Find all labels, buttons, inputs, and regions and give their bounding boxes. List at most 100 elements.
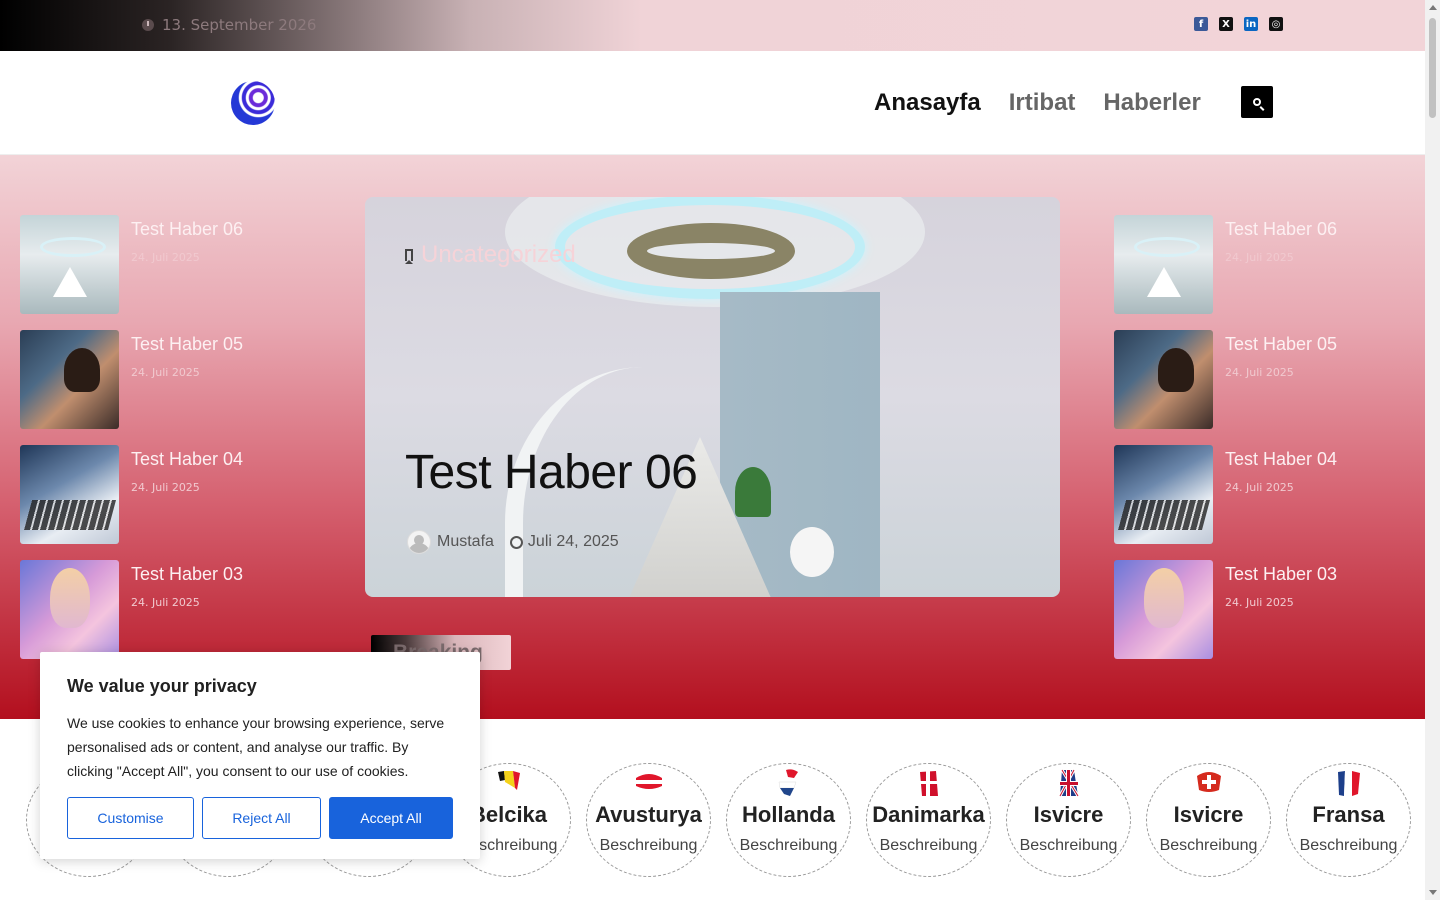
feature-category-label: Uncategorized (421, 241, 576, 268)
country-card[interactable]: Isvicre Beschreibung (1146, 763, 1271, 877)
feature-category[interactable]: Uncategorized (405, 241, 576, 269)
current-date: 13. September 2026 (142, 16, 316, 34)
switzerland-flag-icon (1197, 772, 1221, 792)
news-date: 24. Juli 2025 (1225, 251, 1294, 264)
news-thumbnail[interactable] (1114, 445, 1213, 544)
news-title[interactable]: Test Haber 03 (131, 564, 243, 585)
page-scrollbar[interactable] (1425, 0, 1440, 900)
news-thumbnail[interactable] (1114, 215, 1213, 314)
country-name: Hollanda (742, 802, 835, 827)
feature-meta: Mustafa Juli 24, 2025 (407, 530, 619, 554)
current-date-text: 13. September 2026 (162, 16, 317, 34)
feature-author-name: Mustafa (437, 533, 494, 550)
search-button[interactable] (1241, 86, 1273, 118)
country-desc: Beschreibung (1159, 837, 1258, 854)
news-thumbnail[interactable] (20, 445, 119, 544)
country-desc: Beschreibung (599, 837, 698, 854)
country-card[interactable]: Hollanda Beschreibung (726, 763, 851, 877)
news-title[interactable]: Test Haber 05 (1225, 334, 1337, 355)
cookie-consent-banner: We value your privacy We use cookies to … (40, 652, 480, 859)
clock-icon (142, 19, 154, 31)
news-date: 24. Juli 2025 (131, 596, 200, 609)
avatar (407, 530, 431, 554)
country-name: Fransa (1312, 802, 1385, 827)
feature-image-ring-inner (627, 223, 795, 279)
country-desc: Beschreibung (1299, 837, 1398, 854)
news-thumbnail[interactable] (1114, 560, 1213, 659)
news-thumbnail[interactable] (1114, 330, 1213, 429)
nav-haberler[interactable]: Haberler (1103, 89, 1200, 117)
news-thumbnail[interactable] (20, 330, 119, 429)
country-desc: Beschreibung (1019, 837, 1118, 854)
news-item[interactable]: Test Haber 04 24. Juli 2025 (20, 445, 330, 560)
facebook-icon[interactable]: f (1194, 17, 1208, 31)
bookmark-icon (405, 249, 413, 264)
clock-icon (509, 535, 523, 549)
news-title[interactable]: Test Haber 05 (131, 334, 243, 355)
country-desc: Beschreibung (739, 837, 838, 854)
country-name: Danimarka (872, 802, 985, 827)
x-icon[interactable]: X (1219, 17, 1233, 31)
news-date: 24. Juli 2025 (1225, 366, 1294, 379)
site-header: Anasayfa Irtibat Haberler (0, 51, 1425, 155)
country-card[interactable]: Fransa Beschreibung (1286, 763, 1411, 877)
austria-flag-icon (636, 774, 662, 789)
news-title[interactable]: Test Haber 04 (131, 449, 243, 470)
belgium-flag-icon (498, 771, 520, 790)
country-desc: Beschreibung (879, 837, 978, 854)
news-date: 24. Juli 2025 (1225, 481, 1294, 494)
country-name: Isvicre (1033, 802, 1104, 827)
country-name: Isvicre (1173, 802, 1244, 827)
nav-irtibat[interactable]: Irtibat (1009, 89, 1076, 117)
feature-date: Juli 24, 2025 (509, 533, 619, 551)
news-title[interactable]: Test Haber 04 (1225, 449, 1337, 470)
featured-article[interactable]: Uncategorized Test Haber 06 Mustafa Juli… (365, 197, 1060, 597)
search-icon (1253, 98, 1261, 106)
linkedin-icon[interactable]: in (1244, 17, 1258, 31)
news-date: 24. Juli 2025 (1225, 596, 1294, 609)
france-flag-icon (1338, 771, 1360, 796)
news-date: 24. Juli 2025 (131, 481, 200, 494)
news-thumbnail[interactable] (20, 560, 119, 659)
news-date: 24. Juli 2025 (131, 251, 200, 264)
news-item[interactable]: Test Haber 04 24. Juli 2025 (1114, 445, 1424, 560)
feature-author[interactable]: Mustafa (407, 530, 494, 554)
news-item[interactable]: Test Haber 05 24. Juli 2025 (1114, 330, 1424, 445)
instagram-icon[interactable]: ◎ (1269, 17, 1283, 31)
feature-image-bunny (790, 527, 834, 577)
feature-title[interactable]: Test Haber 06 (405, 445, 698, 500)
news-title[interactable]: Test Haber 06 (1225, 219, 1337, 240)
customise-button[interactable]: Customise (67, 797, 194, 839)
feature-image-plant (735, 467, 771, 517)
accept-all-button[interactable]: Accept All (329, 797, 453, 839)
social-links: f X in ◎ (1194, 17, 1283, 31)
scrollbar-thumb[interactable] (1429, 18, 1436, 118)
top-bar: 13. September 2026 f X in ◎ (0, 0, 1425, 51)
country-card[interactable]: Danimarka Beschreibung (866, 763, 991, 877)
news-item[interactable]: Test Haber 05 24. Juli 2025 (20, 330, 330, 445)
news-item[interactable]: Test Haber 06 24. Juli 2025 (20, 215, 330, 330)
cookie-title: We value your privacy (67, 676, 257, 696)
news-thumbnail[interactable] (20, 215, 119, 314)
news-list-right: Test Haber 06 24. Juli 2025 Test Haber 0… (1114, 215, 1424, 675)
news-title[interactable]: Test Haber 06 (131, 219, 243, 240)
feature-date-text: Juli 24, 2025 (527, 533, 619, 550)
country-name: Avusturya (595, 802, 702, 827)
nav-anasayfa[interactable]: Anasayfa (874, 89, 981, 117)
news-title[interactable]: Test Haber 03 (1225, 564, 1337, 585)
country-card[interactable]: Avusturya Beschreibung (586, 763, 711, 877)
news-list-left: Test Haber 06 24. Juli 2025 Test Haber 0… (20, 215, 330, 675)
news-item[interactable]: Test Haber 03 24. Juli 2025 (1114, 560, 1424, 675)
uk-flag-icon (1058, 769, 1080, 797)
netherlands-flag-icon (778, 769, 798, 796)
cookie-text: We use cookies to enhance your browsing … (67, 715, 445, 779)
news-date: 24. Juli 2025 (131, 366, 200, 379)
news-item[interactable]: Test Haber 06 24. Juli 2025 (1114, 215, 1424, 330)
scroll-up-icon[interactable] (1429, 5, 1437, 10)
reject-all-button[interactable]: Reject All (202, 797, 321, 839)
scroll-down-icon[interactable] (1429, 890, 1437, 895)
site-logo[interactable] (231, 81, 275, 125)
country-card[interactable]: Isvicre Beschreibung (1006, 763, 1131, 877)
denmark-flag-icon (920, 771, 938, 796)
hero-section: Test Haber 06 24. Juli 2025 Test Haber 0… (0, 155, 1425, 719)
